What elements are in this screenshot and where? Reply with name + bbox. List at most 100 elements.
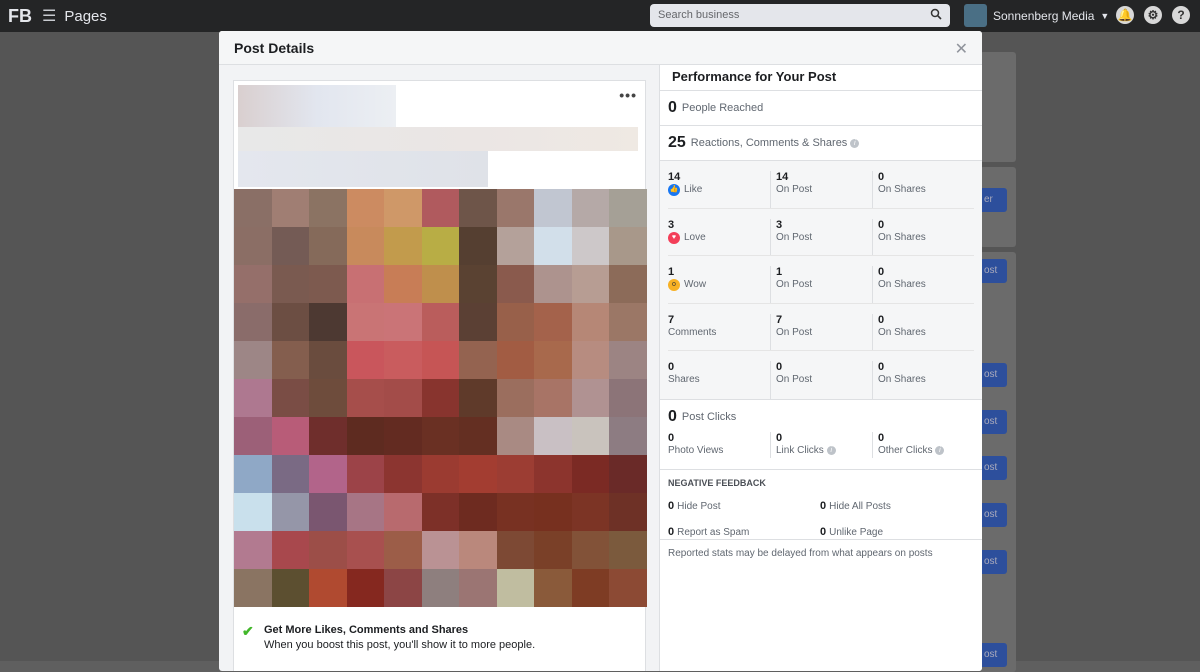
comments-on-post: 7 [776, 313, 783, 326]
love-on-shares: 0 [878, 218, 885, 231]
background-button[interactable]: ost [978, 550, 1007, 574]
metric-row-like: 14 👍 Like 14 On Post 0 On Shares [668, 161, 974, 209]
on-post-label: On Post [776, 374, 813, 385]
love-on-post: 3 [776, 218, 783, 231]
info-icon[interactable]: i [935, 446, 945, 455]
on-post-label: On Post [776, 184, 813, 195]
shares-total: 0 [668, 361, 675, 373]
hide-post-value: 0 [668, 499, 675, 512]
background-button[interactable]: ost [978, 643, 1007, 667]
post-clicks-section: 0 Post Clicks 0 Photo Views 0 Link Clicks i… [660, 400, 982, 470]
love-total: 3 [668, 218, 675, 231]
unlike-label: Unlike Page [829, 526, 884, 538]
background-button[interactable]: ost [978, 363, 1007, 387]
comments-total: 7 [668, 313, 675, 326]
like-on-post: 14 [776, 171, 789, 183]
comments-label: Comments [668, 326, 717, 338]
performance-panel: Performance for Your Post 0 People Reach… [659, 65, 982, 671]
unlike-value: 0 [820, 525, 827, 538]
like-on-shares: 0 [878, 171, 885, 183]
search-placeholder: Search business [658, 9, 740, 21]
engagement-value: 25 [668, 134, 686, 151]
on-shares-label: On Shares [878, 279, 926, 290]
info-icon[interactable]: i [850, 138, 860, 148]
top-bar: FB ☰ Pages Search business Sonnenberg Me… [0, 0, 1200, 32]
on-shares-label: On Shares [878, 184, 926, 195]
post-clicks-value: 0 [668, 407, 677, 425]
background-button[interactable]: er [978, 188, 1007, 212]
on-post-label: On Post [776, 231, 813, 243]
hamburger-icon[interactable]: ☰ [42, 6, 56, 26]
modal-title: Post Details [234, 40, 315, 56]
like-total: 14 [668, 171, 681, 183]
promo-title: Get More Likes, Comments and Shares [264, 624, 469, 636]
like-icon: 👍 [668, 184, 680, 196]
shares-on-shares: 0 [878, 361, 885, 373]
wow-total: 1 [668, 266, 675, 278]
link-clicks-label: Link Clicks [776, 444, 824, 456]
post-image[interactable] [234, 189, 647, 607]
post-preview: ••• ✔ Get More Likes, Comments and Share… [233, 80, 647, 671]
business-name: Sonnenberg Media [993, 8, 1095, 23]
close-icon[interactable]: ✕ [955, 39, 968, 59]
metric-row-shares: 0 Shares 0 On Post 0 On Shares [668, 351, 974, 399]
like-label: Like [684, 184, 703, 195]
search-input[interactable]: Search business [650, 4, 950, 27]
other-clicks-value: 0 [878, 431, 885, 444]
photo-views-value: 0 [668, 431, 675, 444]
love-icon: ♥ [668, 231, 680, 244]
on-shares-label: On Shares [878, 231, 926, 243]
wow-label: Wow [684, 279, 707, 290]
pages-link[interactable]: Pages [64, 8, 107, 25]
modal-header: Post Details ✕ [219, 31, 982, 65]
stats-delay-note: Reported stats may be delayed from what … [668, 547, 933, 559]
background-button[interactable]: ost [978, 503, 1007, 527]
blurred-page-header [238, 85, 396, 127]
on-post-label: On Post [776, 279, 813, 290]
spam-label: Report as Spam [677, 526, 750, 538]
shares-on-post: 0 [776, 361, 783, 373]
performance-title: Performance for Your Post [660, 65, 982, 91]
post-clicks-label: Post Clicks [681, 410, 737, 423]
people-reached-value: 0 [668, 99, 677, 116]
business-switcher[interactable]: Sonnenberg Media ▼ [964, 4, 1109, 27]
search-icon[interactable] [930, 8, 942, 23]
gear-icon[interactable]: ⚙ [1144, 6, 1162, 24]
boost-promo[interactable]: ✔ Get More Likes, Comments and Shares Wh… [240, 623, 640, 651]
negative-feedback-section: NEGATIVE FEEDBACK 0 Hide Post 0 Hide All P… [660, 470, 982, 540]
post-details-modal: Post Details ✕ ••• ✔ Get More Likes, Com… [219, 31, 982, 671]
wow-on-post: 1 [776, 266, 783, 278]
metric-row-love: 3 ♥ Love 3 On Post 0 On Shares [668, 209, 974, 256]
wow-icon: o [668, 279, 680, 291]
reactions-breakdown: 14 👍 Like 14 On Post 0 On Shares 3 ♥ Love 3 On … [660, 161, 982, 400]
shares-label: Shares [668, 374, 700, 385]
love-label: Love [684, 231, 706, 243]
comments-on-shares: 0 [878, 313, 885, 326]
more-dots-icon[interactable]: ••• [619, 87, 637, 103]
info-icon[interactable]: i [826, 446, 836, 455]
hide-all-value: 0 [820, 499, 827, 512]
on-shares-label: On Shares [878, 326, 926, 338]
bell-icon[interactable]: 🔔 [1116, 6, 1134, 24]
check-icon: ✔ [242, 623, 254, 639]
engagement-label: Reactions, Comments & Shares [690, 137, 848, 149]
blurred-post-text [238, 151, 488, 187]
on-post-label: On Post [776, 326, 813, 338]
hide-all-label: Hide All Posts [829, 500, 891, 512]
other-clicks-label: Other Clicks [878, 444, 933, 456]
background-button[interactable]: ost [978, 456, 1007, 480]
background-card [980, 52, 1016, 162]
promo-subtitle: When you boost this post, you'll show it… [264, 639, 536, 651]
wow-on-shares: 0 [878, 266, 885, 278]
metric-row-comments: 7 Comments 7 On Post 0 On Shares [668, 304, 974, 351]
background-button[interactable]: ost [978, 410, 1007, 434]
chevron-down-icon: ▼ [1100, 10, 1110, 21]
hide-post-label: Hide Post [677, 500, 721, 512]
people-reached-row: 0 People Reached [660, 91, 982, 126]
help-icon[interactable]: ? [1172, 6, 1190, 24]
fb-logo[interactable]: FB [8, 6, 32, 27]
on-shares-label: On Shares [878, 374, 926, 385]
metric-row-wow: 1 o Wow 1 On Post 0 On Shares [668, 256, 974, 304]
background-button[interactable]: ost [978, 259, 1007, 283]
link-clicks-value: 0 [776, 431, 783, 444]
